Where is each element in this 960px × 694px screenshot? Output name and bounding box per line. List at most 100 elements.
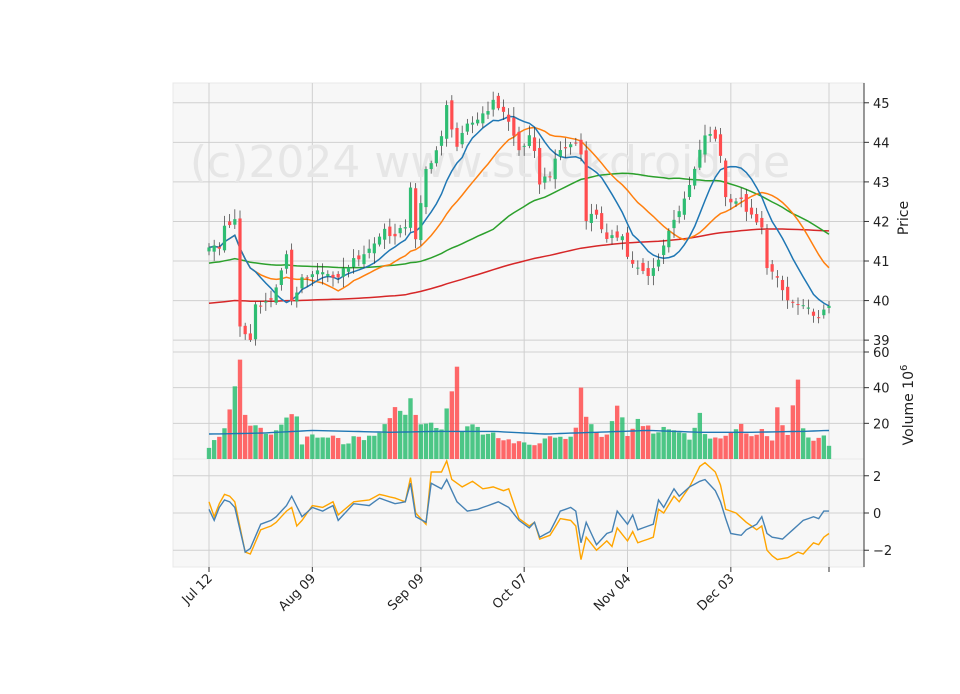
volume-bar (279, 424, 284, 459)
volume-bar (713, 437, 718, 459)
candle-body (791, 301, 795, 303)
candle-body (465, 123, 469, 132)
volume-bar (578, 387, 584, 459)
volume-bar (780, 425, 785, 459)
candle-body (625, 232, 630, 257)
candle-body (398, 228, 402, 234)
volume-bar (382, 424, 387, 459)
candle-body (806, 307, 810, 309)
candle-body (563, 147, 568, 149)
price-axis-label: 44 (873, 136, 890, 151)
volume-axis-label-exponent: 6 (899, 365, 910, 371)
volume-bar (816, 437, 821, 459)
candle-body (610, 235, 614, 239)
volume-axis-label-text: Volume 10 (901, 371, 917, 445)
candle-body (455, 127, 459, 147)
candle-body (708, 133, 712, 136)
candle-body (388, 226, 392, 237)
candle-body (594, 209, 599, 215)
candle-body (305, 277, 309, 279)
volume-bar (366, 435, 372, 459)
volume-bar (687, 439, 692, 459)
volume-bar (372, 435, 377, 459)
date-axis-label: Sep 09 (385, 571, 428, 614)
candle-body (429, 163, 433, 170)
volume-bar (511, 443, 517, 459)
volume-bar (666, 429, 672, 459)
candle-body (775, 276, 779, 278)
candle-body (558, 150, 562, 157)
volume-bar (558, 436, 563, 459)
candle-body (620, 236, 624, 241)
candle-body (780, 279, 785, 291)
volume-bar (527, 444, 532, 459)
volume-bar (325, 437, 331, 459)
candle-body (713, 129, 717, 139)
volume-bar (599, 436, 604, 459)
volume-bar (284, 417, 289, 459)
candle-body (522, 145, 526, 147)
candle-body (295, 292, 299, 302)
candle-body (491, 99, 495, 110)
candle-body (284, 254, 289, 269)
volume-bar (547, 436, 553, 459)
volume-bar (707, 438, 713, 459)
candle-body (253, 304, 258, 340)
volume-bar (454, 366, 460, 459)
price-axis-label: 45 (873, 97, 890, 112)
volume-bar (253, 425, 258, 459)
candle-body (600, 213, 604, 230)
volume-bar (211, 440, 217, 459)
candle-body (677, 211, 681, 218)
candle-body (641, 262, 645, 271)
candle-body (450, 100, 454, 130)
date-axis-label: Nov 04 (591, 571, 634, 614)
price-axis-label: Price (896, 201, 912, 235)
candle-body (476, 119, 480, 124)
volume-bar (661, 426, 666, 459)
oscillator-axis-label: 2 (873, 470, 881, 485)
volume-bar (635, 418, 641, 459)
candle-body (703, 135, 707, 155)
volume-axis-label: 40 (873, 382, 890, 397)
volume-bar (304, 436, 310, 459)
stock-chart: (c)2024 www.stockdroid.de 39 40 41 42 43 44 45… (0, 0, 960, 690)
volume-bar (785, 434, 790, 459)
candle-body (290, 249, 294, 302)
candle-body (414, 188, 418, 240)
date-axis-label: Dec 03 (695, 571, 738, 614)
candle (584, 141, 588, 230)
volume-bar (248, 425, 253, 459)
candle-body (682, 198, 686, 215)
candle (253, 301, 258, 346)
candle-body (760, 217, 764, 228)
candle (408, 182, 413, 232)
volume-bar (676, 432, 682, 459)
candle-body (589, 213, 593, 223)
candle-body (687, 185, 692, 198)
date-axis-label: Oct 07 (490, 571, 531, 612)
date-axis-label: Jul 12 (179, 571, 216, 608)
volume-bar (387, 418, 393, 459)
candle-body (424, 169, 428, 208)
candle-body (553, 158, 557, 180)
volume-bar (217, 436, 222, 459)
volume-bar (516, 441, 522, 459)
candle-body (310, 274, 314, 278)
volume-bar (418, 424, 424, 459)
volume-bar (289, 414, 294, 459)
volume-bar (237, 359, 243, 459)
candle-body (228, 221, 232, 226)
candle-body (646, 268, 650, 276)
candle (424, 166, 428, 215)
volume-bar (769, 440, 775, 459)
volume-bar (470, 424, 475, 459)
candle-body (822, 309, 826, 316)
volume-bar (346, 443, 351, 459)
chart-canvas: (c)2024 www.stockdroid.de 39404142434445… (172, 82, 917, 614)
volume-bar (775, 407, 780, 459)
volume-bar (449, 391, 455, 459)
volume-bar (532, 445, 537, 459)
volume-bar (723, 435, 728, 459)
candle-body (512, 117, 516, 136)
